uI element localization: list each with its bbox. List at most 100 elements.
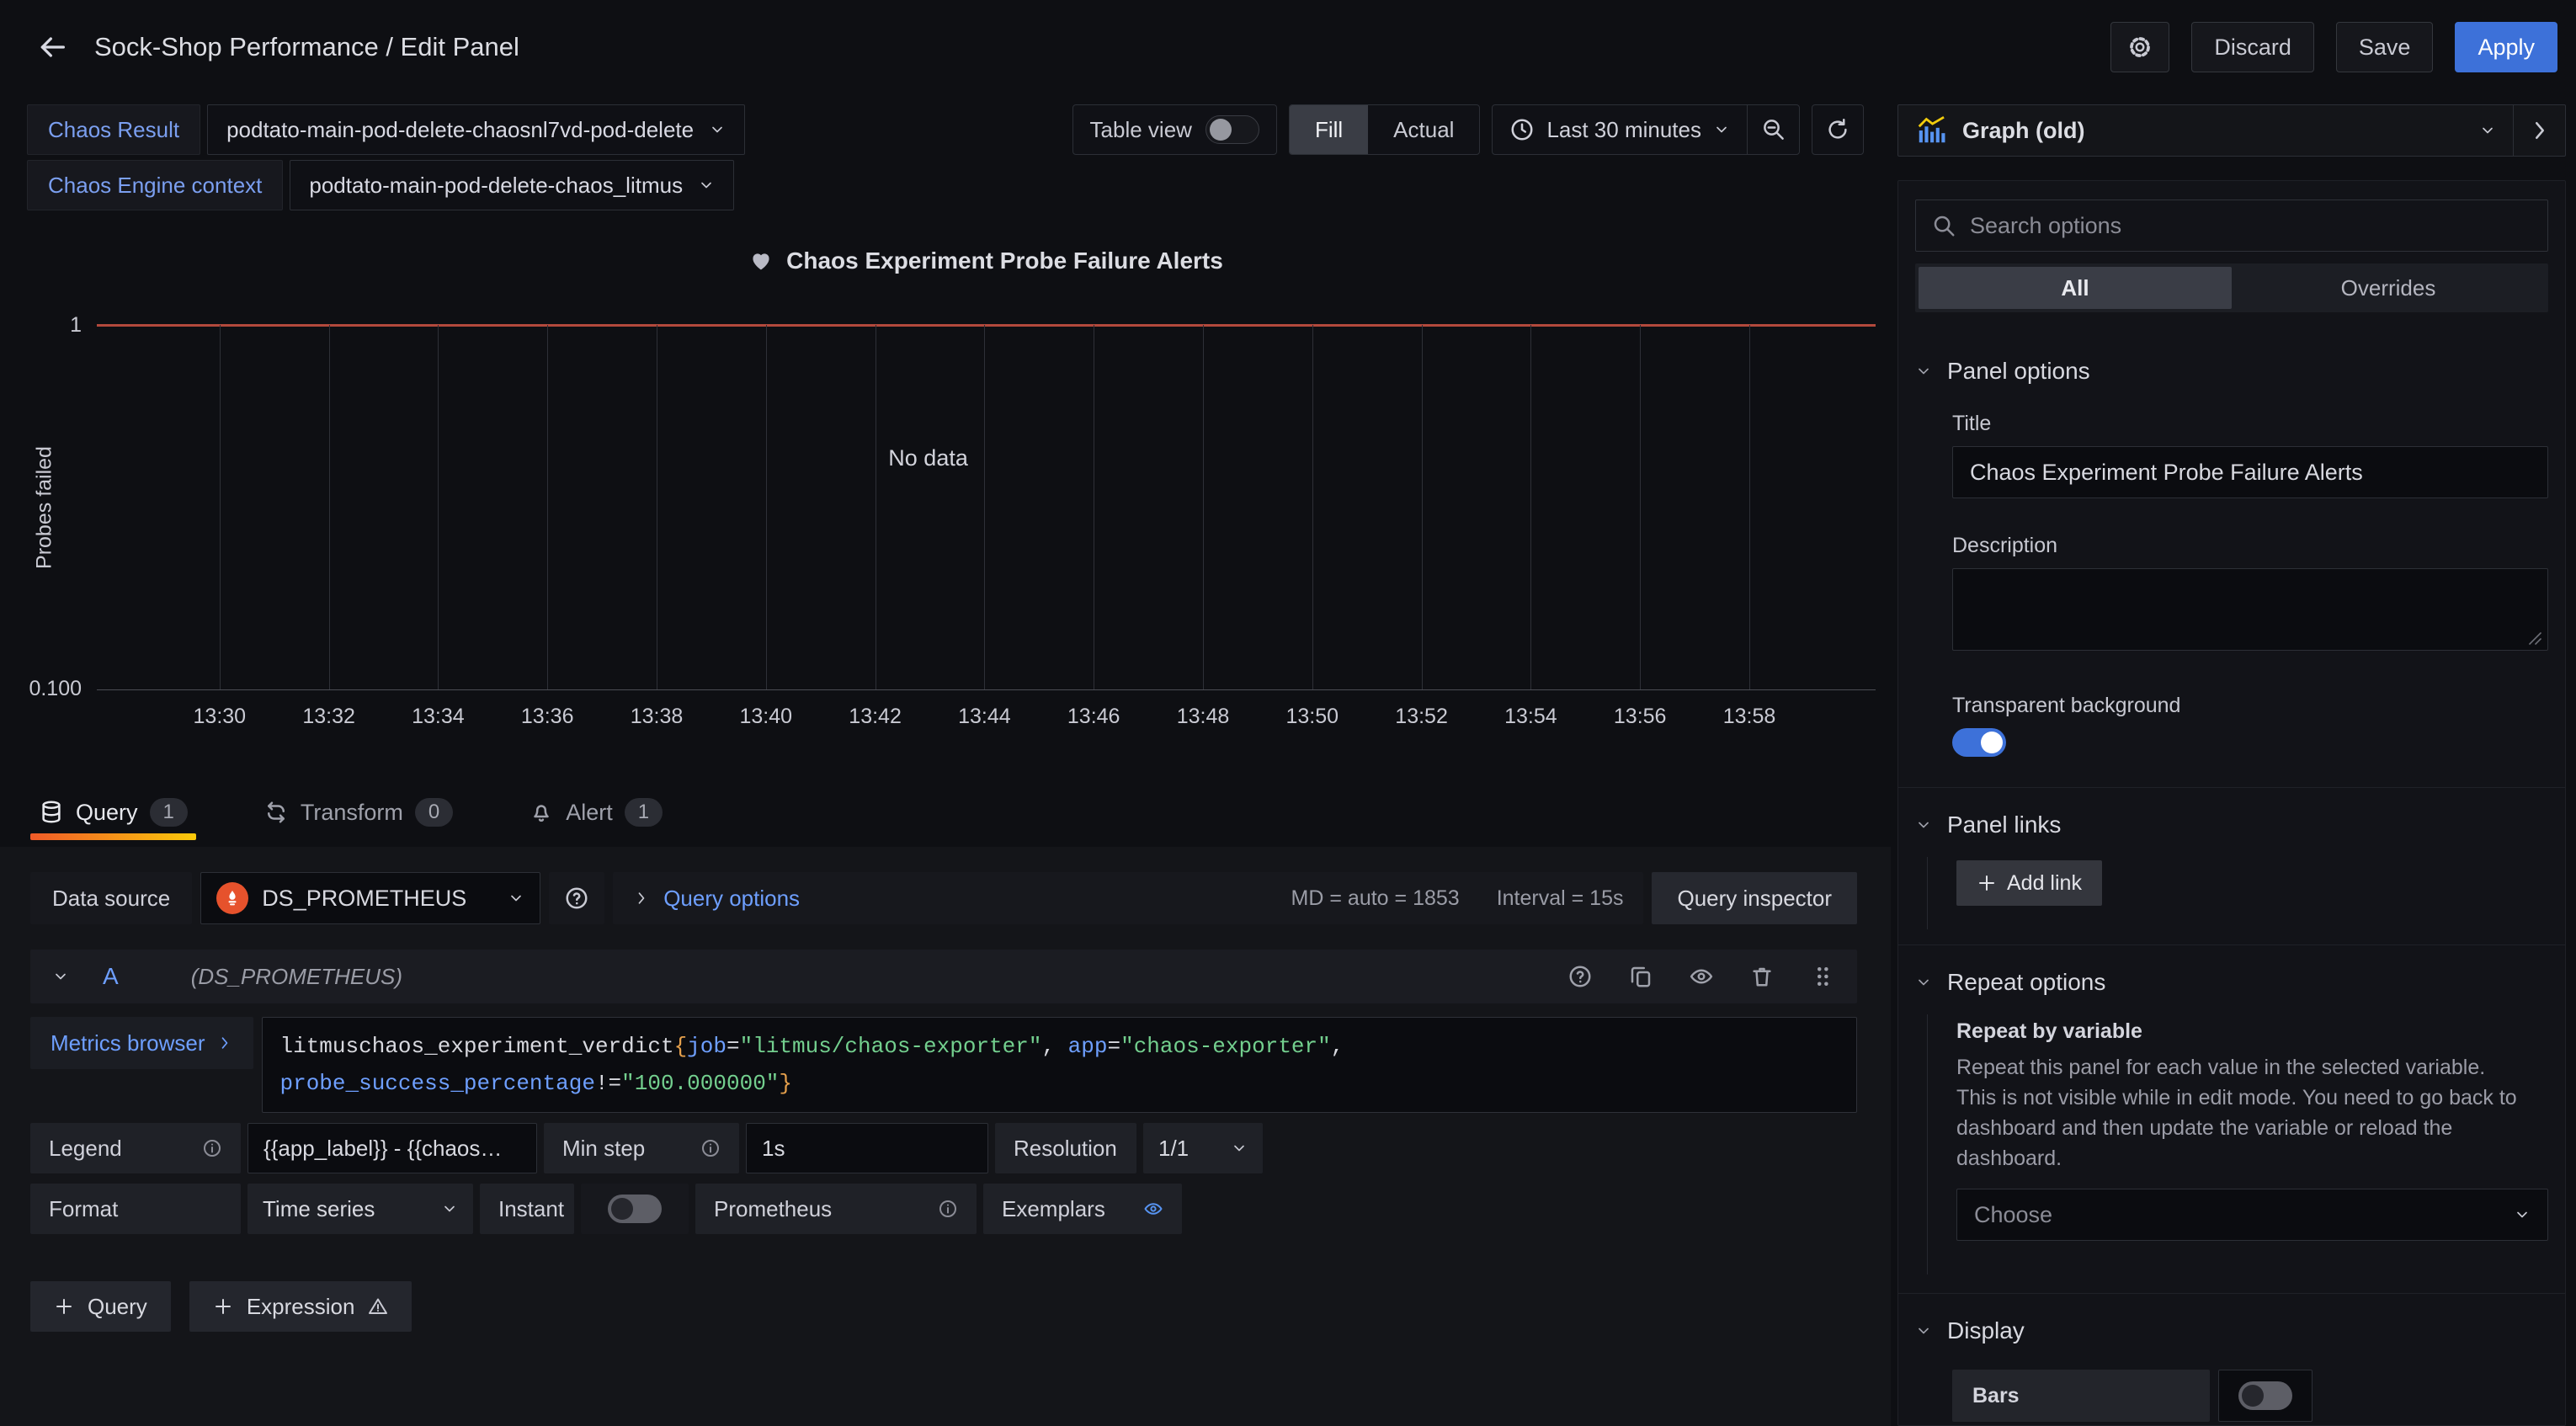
- alert-heart-icon: [749, 249, 773, 273]
- x-axis-tick: 13:34: [412, 705, 465, 729]
- add-link-button[interactable]: Add link: [1956, 860, 2102, 906]
- section-heading: Panel options: [1947, 358, 2090, 385]
- tab-label: Alert: [566, 800, 613, 826]
- chevron-down-icon: [2479, 122, 2496, 139]
- max-data-points: MD = auto = 1853: [1291, 886, 1460, 911]
- info-circle-icon: [938, 1199, 958, 1219]
- back-arrow-icon[interactable]: [29, 24, 76, 71]
- bars-switch[interactable]: [2238, 1381, 2292, 1410]
- add-expression-button[interactable]: Expression: [189, 1281, 412, 1332]
- legend-input-wrap: [247, 1123, 537, 1173]
- query-inspector-button[interactable]: Query inspector: [1652, 872, 1857, 924]
- time-range-picker[interactable]: Last 30 minutes: [1493, 105, 1747, 154]
- duplicate-query-icon[interactable]: [1628, 964, 1653, 989]
- discard-button[interactable]: Discard: [2191, 22, 2314, 72]
- search-options-box: [1915, 200, 2548, 252]
- visualization-select[interactable]: Graph (old): [1898, 105, 2513, 156]
- switch-knob: [1981, 732, 2003, 753]
- repeat-variable-select[interactable]: Choose: [1956, 1189, 2548, 1241]
- instant-switch[interactable]: [608, 1195, 662, 1223]
- delete-query-trash-icon[interactable]: [1749, 964, 1775, 989]
- tab-query[interactable]: Query 1: [30, 788, 196, 837]
- section-heading: Repeat options: [1947, 969, 2105, 996]
- panel-description-textarea[interactable]: [1952, 568, 2548, 651]
- switch-knob: [2242, 1385, 2264, 1407]
- table-view-switch[interactable]: [1206, 115, 1259, 144]
- transparent-background-switch[interactable]: [1952, 728, 2006, 757]
- datasource-select[interactable]: DS_PROMETHEUS: [200, 872, 540, 924]
- search-options-input[interactable]: [1970, 213, 2532, 239]
- table-view-label: Table view: [1090, 117, 1192, 143]
- plus-icon: [213, 1296, 233, 1317]
- chevron-down-icon: [1231, 1140, 1248, 1157]
- gridline: [1422, 325, 1423, 689]
- datasource-help-button[interactable]: [549, 872, 604, 924]
- legend-input[interactable]: [263, 1136, 521, 1162]
- zoom-out-time-button[interactable]: [1747, 105, 1799, 154]
- expr-token: {: [674, 1034, 688, 1059]
- viz-suggestions-expand-button[interactable]: [2513, 105, 2565, 156]
- tab-alert[interactable]: Alert 1: [520, 788, 671, 837]
- gridline: [1749, 325, 1750, 689]
- panel-title-row: Chaos Experiment Probe Failure Alerts: [97, 247, 1876, 274]
- plus-icon: [1977, 873, 1997, 893]
- query-actions: Query Expression: [30, 1281, 1857, 1332]
- variable-value-dropdown[interactable]: podtato-main-pod-delete-chaosnl7vd-pod-d…: [207, 104, 745, 155]
- query-row-header[interactable]: A (DS_PROMETHEUS): [30, 950, 1857, 1003]
- warning-triangle-icon: [368, 1296, 388, 1317]
- apply-button[interactable]: Apply: [2455, 22, 2557, 72]
- query-options-label: Query options: [663, 886, 800, 912]
- metrics-browser-button[interactable]: Metrics browser: [30, 1017, 253, 1069]
- query-expression[interactable]: litmuschaos_experiment_verdict{job="litm…: [262, 1017, 1857, 1113]
- save-button[interactable]: Save: [2336, 22, 2434, 72]
- format-select[interactable]: Time series: [247, 1184, 473, 1234]
- gridline: [329, 325, 330, 689]
- resize-grip-icon[interactable]: [2523, 626, 2543, 646]
- page-title: Sock-Shop Performance / Edit Panel: [94, 32, 519, 62]
- toggle-visibility-eye-icon[interactable]: [1689, 964, 1714, 989]
- bars-toggle-cell: [2218, 1370, 2313, 1422]
- exemplars-label-text: Exemplars: [1002, 1196, 1105, 1222]
- drag-handle-icon[interactable]: [1810, 964, 1835, 989]
- tab-transform[interactable]: Transform 0: [255, 788, 461, 837]
- add-query-button[interactable]: Query: [30, 1281, 171, 1332]
- template-variables: Chaos Result podtato-main-pod-delete-cha…: [27, 104, 745, 210]
- min-step-input[interactable]: [762, 1136, 972, 1162]
- filter-tab-overrides[interactable]: Overrides: [2232, 267, 2545, 309]
- expr-token: =: [1107, 1034, 1120, 1059]
- panel-title-input[interactable]: [1952, 446, 2548, 498]
- section-panel-links[interactable]: Panel links: [1915, 811, 2548, 838]
- actual-option[interactable]: Actual: [1368, 105, 1479, 154]
- section-repeat-options[interactable]: Repeat options: [1915, 969, 2548, 996]
- x-axis-tick: 13:44: [958, 705, 1011, 729]
- min-step-label-text: Min step: [562, 1136, 645, 1162]
- expr-token: "chaos-exporter": [1120, 1034, 1331, 1059]
- section-heading: Panel links: [1947, 811, 2061, 838]
- section-panel-options[interactable]: Panel options: [1915, 358, 2548, 385]
- alert-threshold-line: [97, 324, 1876, 327]
- metrics-browser-label: Metrics browser: [51, 1030, 205, 1056]
- exemplars-eye-icon[interactable]: [1143, 1199, 1163, 1219]
- instant-toggle-cell: [581, 1184, 689, 1234]
- table-view-toggle[interactable]: Table view: [1072, 104, 1277, 155]
- refresh-button[interactable]: [1812, 104, 1864, 155]
- help-icon[interactable]: [1567, 964, 1593, 989]
- gridline: [1312, 325, 1313, 689]
- variable-value-dropdown[interactable]: podtato-main-pod-delete-chaos_litmus: [290, 160, 734, 210]
- tab-label: Transform: [301, 800, 403, 826]
- chevron-down-icon: [52, 968, 69, 985]
- section-display[interactable]: Display: [1915, 1317, 2548, 1344]
- panel-settings-button[interactable]: [2110, 22, 2169, 72]
- display-body: Bars: [1915, 1344, 2548, 1426]
- title-label: Title: [1952, 412, 2548, 436]
- plot-area[interactable]: No data 1 0.100 Probes failed 13:3013:32…: [97, 325, 1876, 690]
- resolution-select[interactable]: 1/1: [1143, 1123, 1263, 1173]
- expr-token: app: [1068, 1034, 1108, 1059]
- y-axis-tick-bottom: 0.100: [6, 677, 82, 701]
- main-split: Chaos Result podtato-main-pod-delete-cha…: [0, 94, 2576, 1426]
- filter-tab-all[interactable]: All: [1919, 267, 2232, 309]
- format-value: Time series: [263, 1196, 375, 1222]
- fill-option[interactable]: Fill: [1290, 105, 1368, 154]
- query-options-toggle[interactable]: Query options: [633, 886, 800, 912]
- bars-label: Bars: [1952, 1370, 2210, 1422]
